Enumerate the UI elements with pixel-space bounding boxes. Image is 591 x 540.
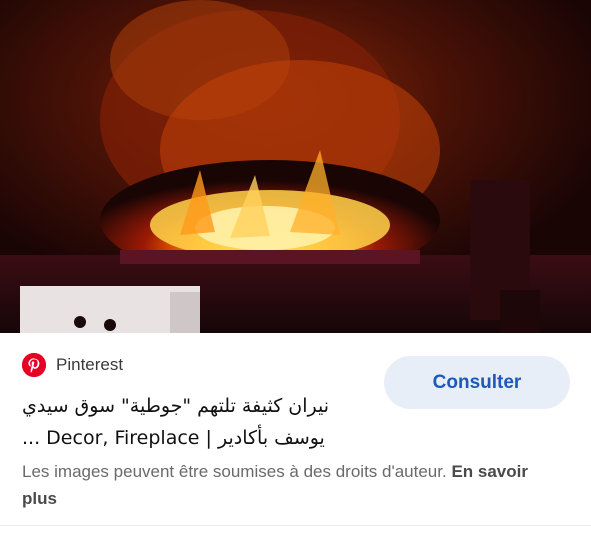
divider: [0, 525, 591, 526]
copyright-notice: Les images peuvent être soumises à des d…: [22, 458, 567, 512]
title-line-1: نيران كثيفة تلتهم "جوطية" سوق سيدي: [22, 395, 330, 417]
fire-photo-graphic: [0, 0, 591, 333]
title-line-2: يوسف بأكادير | Decor, Fireplace ...: [22, 427, 325, 449]
pinterest-logo-icon: [22, 353, 46, 377]
consult-button[interactable]: Consulter: [384, 356, 570, 409]
source-row[interactable]: Pinterest: [22, 352, 123, 378]
result-image[interactable]: [0, 0, 591, 333]
source-name: Pinterest: [56, 355, 124, 374]
copyright-notice-text: Les images peuvent être soumises à des d…: [22, 462, 447, 481]
result-title[interactable]: نيران كثيفة تلتهم "جوطية" سوق سيدي يوسف …: [22, 390, 358, 454]
